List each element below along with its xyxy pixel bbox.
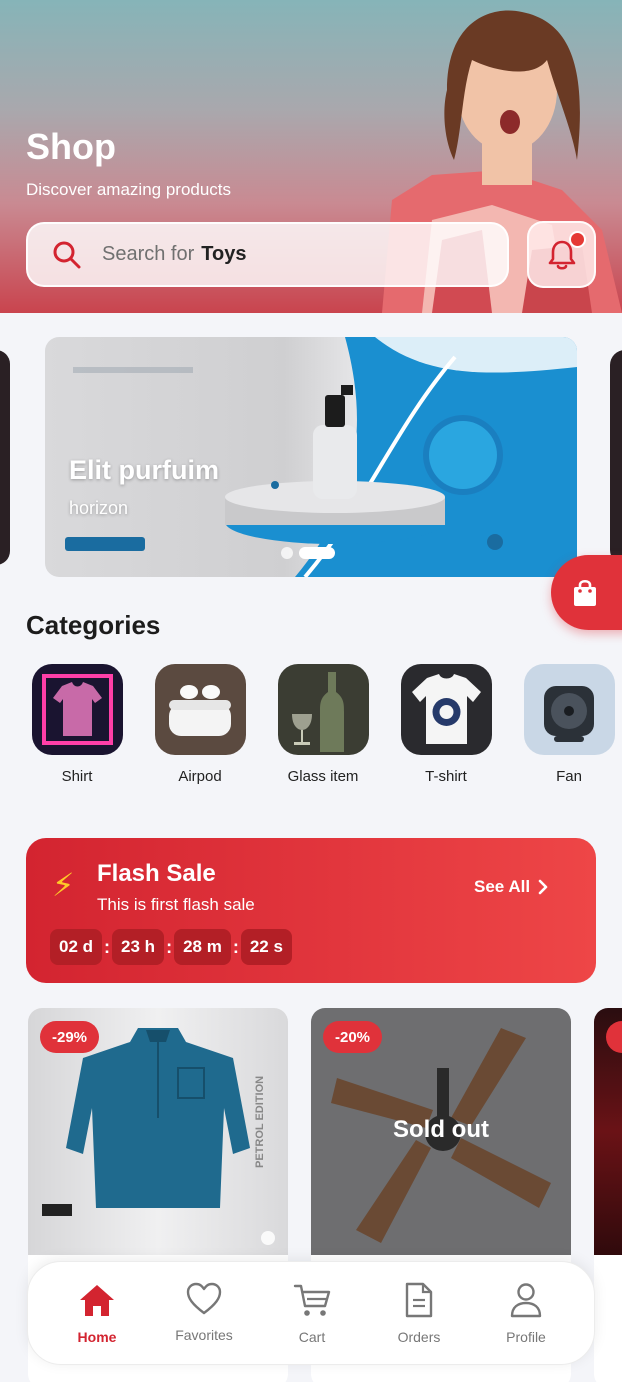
page-subtitle: Discover amazing products (26, 180, 232, 199)
countdown-timer: 02 d : 23 h : 28 m : 22 s (50, 929, 292, 965)
product-image: -20% Sold out (311, 1008, 571, 1255)
bottom-navigation: Home Favorites Cart Orders Profile (27, 1261, 595, 1365)
category-item-tshirt[interactable]: T-shirt (396, 664, 496, 785)
nav-label: Cart (298, 1329, 326, 1345)
see-all-label: See All (474, 877, 531, 896)
notification-dot (569, 231, 586, 248)
category-label: Shirt (61, 768, 93, 785)
category-item-glass[interactable]: Glass item (273, 664, 373, 785)
see-all-link[interactable]: See All (474, 877, 548, 897)
category-image-tshirt (400, 664, 492, 755)
shopping-bag-icon (574, 579, 596, 606)
flash-sale-subtitle: This is first flash sale (97, 895, 255, 914)
category-item-airpod[interactable]: Airpod (150, 664, 250, 785)
timer-separator: : (104, 936, 111, 957)
timer-minutes: 28 m (174, 929, 231, 965)
cart-icon (293, 1284, 331, 1316)
category-label: T-shirt (425, 768, 467, 785)
category-image-glass (277, 664, 369, 755)
nav-cart[interactable]: Cart (262, 1282, 362, 1345)
chevron-right-icon (538, 879, 548, 895)
notifications-button[interactable] (527, 221, 596, 288)
carousel-indicator (281, 547, 335, 559)
category-label: Glass item (287, 768, 359, 785)
search-icon (53, 241, 81, 268)
timer-seconds: 22 s (240, 929, 292, 965)
category-item-fan[interactable]: Fan (519, 664, 619, 785)
nav-home[interactable]: Home (47, 1282, 147, 1345)
category-label: Fan (556, 768, 582, 785)
lightning-icon: ⚡ (52, 867, 75, 903)
search-bar[interactable]: Search for Toys (26, 222, 509, 287)
category-item-shirt[interactable]: Shirt (27, 664, 127, 785)
flash-sale-title: Flash Sale (97, 860, 216, 887)
heart-icon (186, 1282, 222, 1315)
search-keyword: Toys (201, 243, 247, 265)
carousel-dot[interactable] (281, 547, 293, 559)
nav-favorites[interactable]: Favorites (154, 1282, 254, 1343)
nav-profile[interactable]: Profile (476, 1282, 576, 1345)
discount-badge (606, 1021, 622, 1053)
nav-label: Profile (506, 1329, 546, 1345)
product-card-partial[interactable] (594, 1008, 622, 1382)
nav-label: Favorites (175, 1327, 233, 1343)
nav-label: Home (77, 1329, 117, 1345)
category-image-fan (523, 664, 615, 755)
timer-separator: : (232, 936, 239, 957)
carousel-next-slide[interactable] (610, 350, 622, 565)
product-image (594, 1008, 622, 1255)
category-image-shirt (31, 664, 123, 755)
search-placeholder: Search for (102, 243, 195, 265)
person-icon (510, 1283, 542, 1318)
shopping-bag-button[interactable] (551, 555, 622, 630)
timer-days: 02 d (50, 929, 103, 965)
timer-hours: 23 h (112, 929, 165, 965)
nav-label: Orders (397, 1329, 441, 1345)
carousel-prev-slide[interactable] (0, 350, 10, 565)
hero-header: Shop Discover amazing products Search fo… (0, 0, 622, 313)
carousel-dot-active[interactable] (299, 547, 335, 559)
category-label: Airpod (178, 768, 222, 785)
category-image-airpod (154, 664, 246, 755)
banner-title: Elit purfuim (69, 455, 219, 485)
categories-heading: Categories (26, 610, 161, 640)
product-image: PETROL EDITION -29% (28, 1008, 288, 1255)
timer-separator: : (166, 936, 173, 957)
discount-badge: -20% (323, 1021, 383, 1053)
banner-subtitle: horizon (69, 498, 129, 518)
page-title: Shop (26, 126, 116, 167)
document-icon (405, 1282, 433, 1318)
promo-banner[interactable]: Elit purfuim horizon (45, 337, 577, 577)
sold-out-label: Sold out (393, 1116, 489, 1143)
flash-sale-card: ⚡ Flash Sale This is first flash sale Se… (26, 838, 596, 983)
nav-orders[interactable]: Orders (369, 1282, 469, 1345)
discount-badge: -29% (40, 1021, 100, 1053)
home-icon (80, 1285, 114, 1316)
svg-text:PETROL EDITION: PETROL EDITION (254, 1076, 266, 1168)
